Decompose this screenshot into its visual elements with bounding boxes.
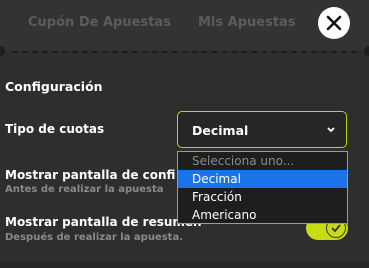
confirm-screen-label: Mostrar pantalla de confi <box>5 168 176 182</box>
divider-line <box>12 51 357 53</box>
odds-type-select[interactable]: Decimal <box>177 111 347 148</box>
dropdown-option-decimal[interactable]: Decimal <box>178 170 347 188</box>
section-title: Configuración <box>5 79 103 94</box>
confirm-screen-sublabel: Antes de realizar la apuesta <box>5 184 164 195</box>
summary-screen-sublabel: Después de realizar la apuesta. <box>5 232 183 243</box>
divider-notch-right <box>364 46 369 56</box>
chevron-down-icon <box>327 127 335 133</box>
dashed-divider <box>0 46 369 62</box>
odds-type-dropdown-list: Selecciona uno... Decimal Fracción Ameri… <box>177 151 348 224</box>
dropdown-option-american[interactable]: Americano <box>178 206 347 224</box>
divider-notch-left <box>0 46 5 56</box>
close-button[interactable] <box>318 7 350 39</box>
dropdown-option-fraction[interactable]: Fracción <box>178 188 347 206</box>
header-tabs: Cupón De Apuestas Mis Apuestas <box>0 0 369 50</box>
dropdown-option-placeholder[interactable]: Selecciona uno... <box>178 152 347 170</box>
summary-screen-label: Mostrar pantalla de resumen <box>5 215 202 229</box>
bottom-edge <box>0 262 369 268</box>
close-icon <box>326 15 342 31</box>
odds-type-value: Decimal <box>192 123 249 138</box>
tab-betslip[interactable]: Cupón De Apuestas <box>28 15 171 30</box>
odds-type-label: Tipo de cuotas <box>5 122 105 136</box>
tab-my-bets[interactable]: Mis Apuestas <box>198 15 296 30</box>
